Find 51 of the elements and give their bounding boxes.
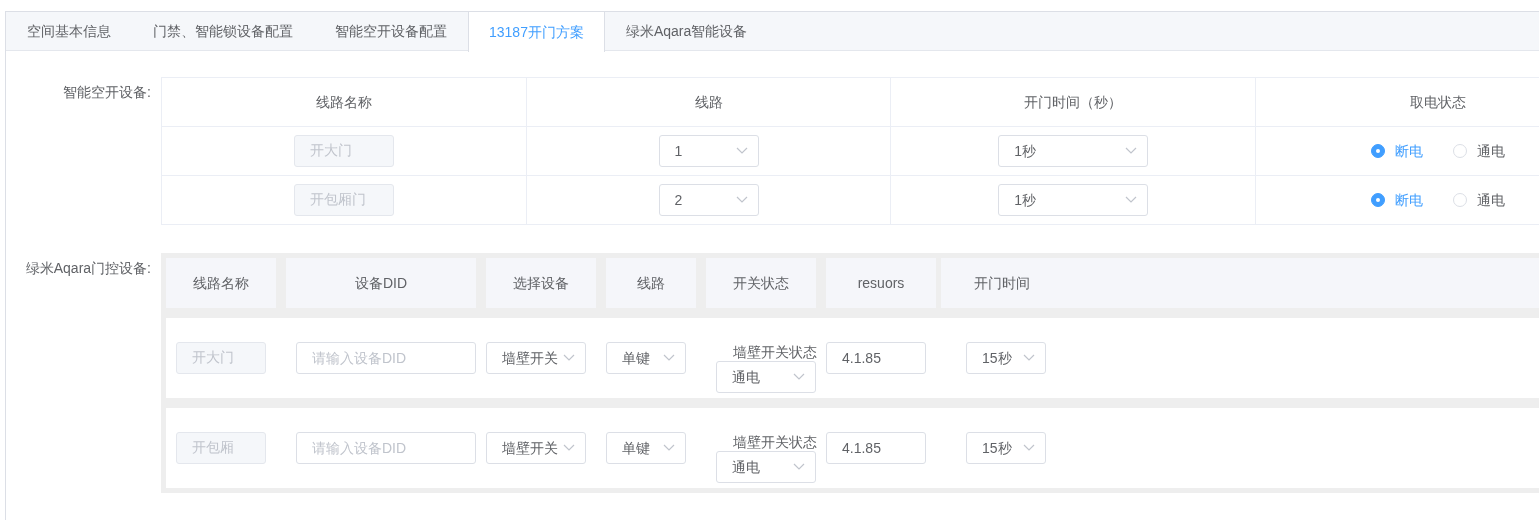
chevron-down-icon (735, 147, 748, 155)
chevron-down-icon (1023, 354, 1035, 362)
select-field[interactable]: 墙壁开关 (486, 432, 586, 464)
chevron-down-icon (563, 444, 575, 452)
radio-option[interactable]: 通电 (1453, 189, 1506, 211)
select-field[interactable]: 通电 (716, 361, 816, 393)
column-header: 线路 (606, 258, 696, 308)
tab[interactable]: 门禁、智能锁设备配置 (132, 12, 314, 51)
column-header: 取电状态 (1410, 93, 1467, 110)
input-field[interactable]: 请输入设备DID (296, 342, 476, 374)
select-field[interactable]: 1秒 (998, 184, 1149, 216)
column-header: 线路 (694, 93, 723, 110)
column-header: 开门时间（秒） (1024, 93, 1123, 110)
column-header: 设备DID (286, 258, 476, 308)
column-header: 线路名称 (315, 93, 372, 110)
column-header: resuors (826, 258, 936, 308)
select-field[interactable]: 2 (658, 184, 759, 216)
select-field[interactable]: 15秒 (966, 342, 1046, 374)
section-label: 绿米Aqara门控设备: (24, 259, 152, 278)
select-field[interactable]: 15秒 (966, 432, 1046, 464)
tab[interactable]: 空间基本信息 (6, 12, 132, 51)
chevron-down-icon (1125, 147, 1138, 155)
chevron-down-icon (1125, 196, 1138, 204)
tab[interactable]: 智能空开设备配置 (314, 12, 468, 51)
select-field[interactable]: 单键 (606, 342, 686, 374)
chevron-down-icon (793, 463, 805, 471)
input-field[interactable]: 4.1.85 (826, 342, 926, 374)
input-field[interactable]: 4.1.85 (826, 432, 926, 464)
chevron-down-icon (563, 354, 575, 362)
radio-option[interactable]: 通电 (1453, 140, 1506, 162)
tab[interactable]: 绿米Aqara智能设备 (604, 12, 769, 51)
radio-button[interactable] (1371, 193, 1386, 207)
chevron-down-icon (663, 444, 675, 452)
select-field[interactable]: 1 (658, 135, 759, 167)
section-label: 智能空开设备: (62, 83, 152, 102)
chevron-down-icon (1023, 444, 1035, 452)
column-header: 开门时间 (941, 258, 1539, 308)
select-field[interactable]: 1秒 (998, 135, 1149, 167)
select-field[interactable]: 墙壁开关 (486, 342, 586, 374)
column-header: 开关状态 (706, 258, 816, 308)
field-label: 墙壁开关状态 (733, 433, 817, 451)
radio-button[interactable] (1371, 144, 1386, 158)
field-label: 墙壁开关状态 (733, 343, 817, 361)
chevron-down-icon (735, 196, 748, 204)
chevron-down-icon (663, 354, 675, 362)
select-field[interactable]: 通电 (716, 451, 816, 483)
column-header: 选择设备 (486, 258, 596, 308)
select-field[interactable]: 单键 (606, 432, 686, 464)
chevron-down-icon (793, 373, 805, 381)
input-field[interactable]: 请输入设备DID (296, 432, 476, 464)
column-header: 线路名称 (166, 258, 276, 308)
